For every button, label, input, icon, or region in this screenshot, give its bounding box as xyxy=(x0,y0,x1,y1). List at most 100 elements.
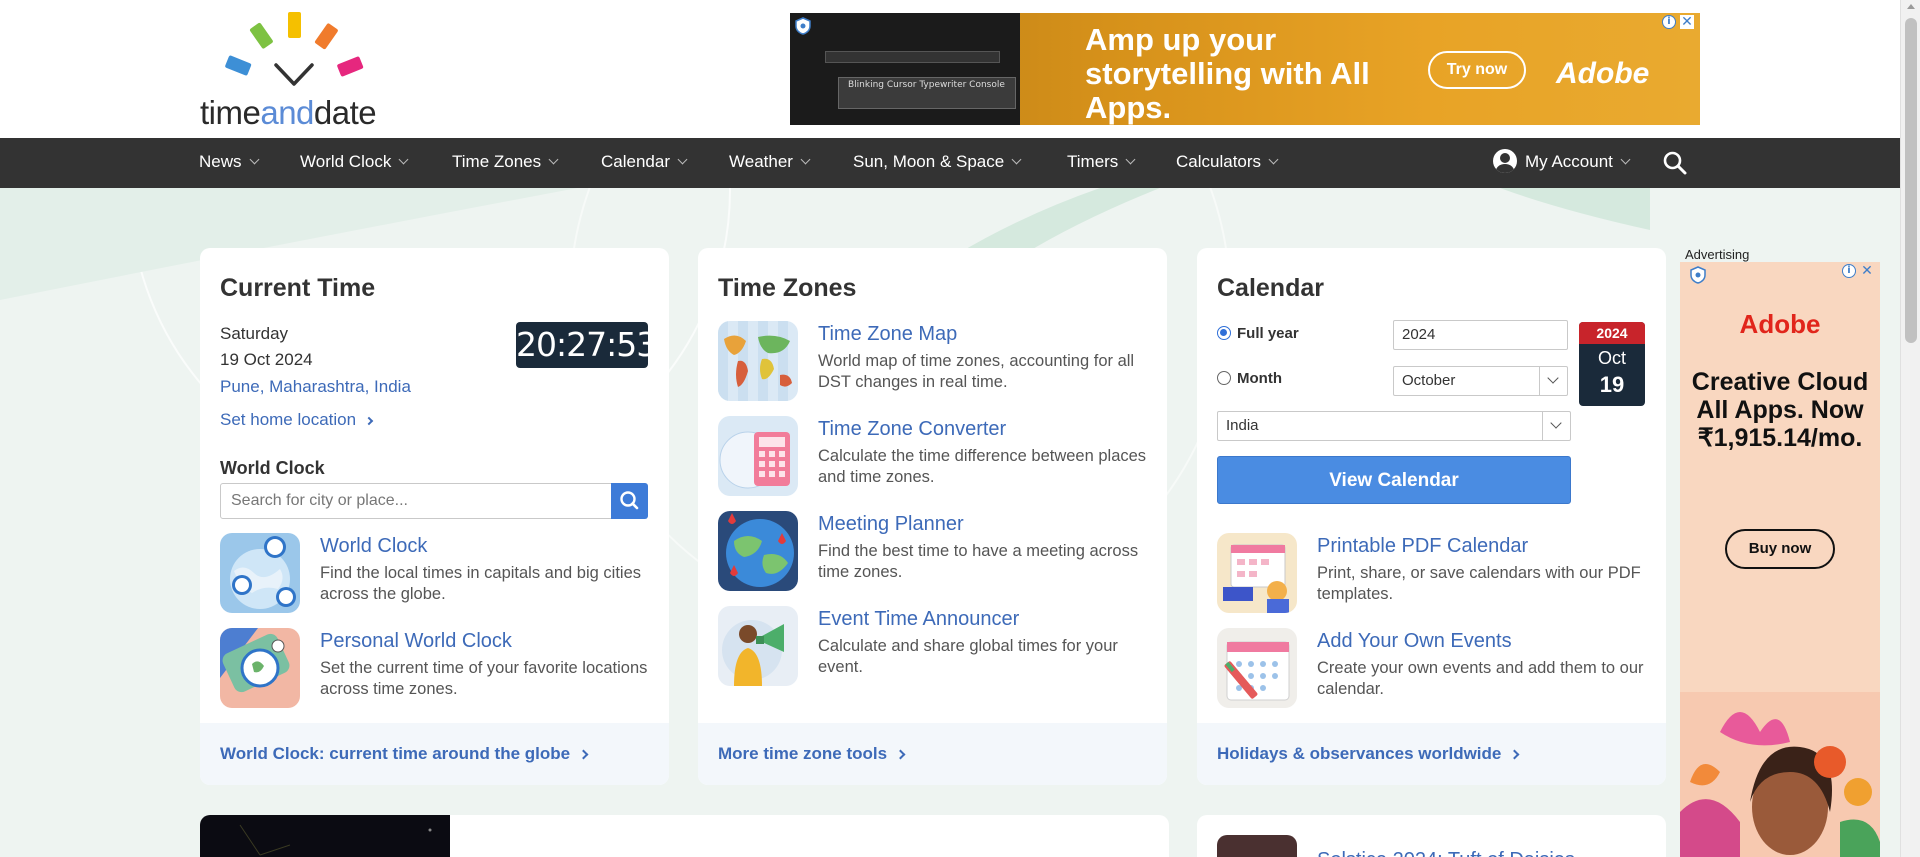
current-day: Saturday xyxy=(220,324,289,343)
search-icon[interactable] xyxy=(1662,150,1688,176)
event-time-announcer-thumbnail xyxy=(718,606,798,686)
calendar-icon-day: 19 xyxy=(1599,372,1625,397)
card-title: Current Time xyxy=(220,274,376,302)
tool-description: Calculate the time difference between pl… xyxy=(818,447,1147,486)
chevron-right-icon xyxy=(578,749,589,760)
nav-calculators[interactable]: Calculators xyxy=(1176,138,1279,188)
tool-description: Find the best time to have a meeting acr… xyxy=(818,542,1139,581)
scrollbar-thumb[interactable] xyxy=(1905,18,1917,343)
nav-timers[interactable]: Timers xyxy=(1067,138,1136,188)
featured-article-image xyxy=(200,815,450,857)
current-location-link[interactable]: Pune, Maharashtra, India xyxy=(220,377,411,397)
tool-title[interactable]: Time Zone Converter xyxy=(818,418,1006,441)
news-article-thumbnail xyxy=(1217,835,1297,857)
tool-event-time-announcer[interactable]: Event Time Announcer Calculate and share… xyxy=(718,606,1148,688)
ad-screenshot-image: Blinking Cursor Typewriter Console xyxy=(790,13,1020,125)
full-year-radio[interactable] xyxy=(1217,326,1231,340)
tool-title[interactable]: World Clock xyxy=(320,535,427,558)
ad-try-now-button[interactable]: Try now xyxy=(1428,51,1526,89)
sidebar-ad[interactable]: i ✕ Adobe Creative Cloud All Apps. Now ₹… xyxy=(1680,262,1880,857)
chevron-down-icon xyxy=(1620,154,1631,165)
tool-title[interactable]: Printable PDF Calendar xyxy=(1317,535,1528,558)
city-search-input[interactable] xyxy=(220,483,612,519)
year-input[interactable]: 2024 xyxy=(1393,320,1568,350)
tool-personal-world-clock[interactable]: Personal World Clock Set the current tim… xyxy=(220,628,650,710)
chevron-down-icon xyxy=(1268,154,1279,165)
chevron-down-icon xyxy=(1011,154,1022,165)
tool-title[interactable]: Time Zone Map xyxy=(818,323,957,346)
country-select[interactable]: India xyxy=(1217,411,1571,441)
tool-title[interactable]: Event Time Announcer xyxy=(818,608,1019,631)
ad-info-icon[interactable]: i xyxy=(1662,15,1676,29)
tool-description: Calculate and share global times for you… xyxy=(818,637,1118,676)
account-icon xyxy=(1493,149,1517,173)
nav-sun-moon-space[interactable]: Sun, Moon & Space xyxy=(853,138,1022,188)
month-radio[interactable] xyxy=(1217,371,1231,385)
chevron-down-icon xyxy=(1539,367,1567,395)
ad-info-icon[interactable]: i xyxy=(1842,264,1856,278)
holidays-footer-link[interactable]: Holidays & observances worldwide xyxy=(1217,723,1520,785)
ad-buy-now-button[interactable]: Buy now xyxy=(1725,529,1835,569)
chevron-right-icon xyxy=(364,416,374,426)
tool-printable-pdf-calendar[interactable]: Printable PDF Calendar Print, share, or … xyxy=(1217,533,1647,615)
advertising-label: Advertising xyxy=(1685,247,1750,262)
printable-pdf-calendar-thumbnail xyxy=(1217,533,1297,613)
tool-time-zone-converter[interactable]: Time Zone Converter Calculate the time d… xyxy=(718,416,1148,498)
time-zone-map-thumbnail xyxy=(718,321,798,401)
page-scrollbar[interactable] xyxy=(1900,0,1920,857)
world-clock-thumbnail xyxy=(220,533,300,613)
city-search-button[interactable] xyxy=(611,483,648,519)
tool-description: Find the local times in capitals and big… xyxy=(320,564,641,603)
chevron-down-icon xyxy=(1542,412,1570,440)
nav-world-clock[interactable]: World Clock xyxy=(300,138,409,188)
full-year-label[interactable]: Full year xyxy=(1237,325,1299,342)
current-time-card: Current Time Saturday 19 Oct 2024 Pune, … xyxy=(200,248,669,785)
world-clock-footer-link[interactable]: World Clock: current time around the glo… xyxy=(220,723,589,785)
chevron-down-icon xyxy=(548,154,559,165)
tool-add-your-own-events[interactable]: Add Your Own Events Create your own even… xyxy=(1217,628,1647,710)
current-date: 19 Oct 2024 xyxy=(220,350,313,369)
card-title: Time Zones xyxy=(718,274,857,302)
ad-close-icon[interactable]: ✕ xyxy=(1680,15,1694,29)
ad-headline: Creative Cloud All Apps. Now ₹1,915.14/m… xyxy=(1691,368,1869,452)
nav-calendar[interactable]: Calendar xyxy=(601,138,688,188)
site-header: timeanddate Blinking Cursor Typewriter C… xyxy=(0,0,1900,138)
ad-brand: Adobe xyxy=(1556,57,1650,90)
chevron-down-icon xyxy=(677,154,688,165)
month-select[interactable]: October xyxy=(1393,366,1568,396)
tool-time-zone-map[interactable]: Time Zone Map World map of time zones, a… xyxy=(718,321,1148,403)
tool-title[interactable]: Personal World Clock xyxy=(320,630,512,653)
top-banner-ad[interactable]: Blinking Cursor Typewriter Console Amp u… xyxy=(790,13,1700,125)
tool-world-clock[interactable]: World Clock Find the local times in capi… xyxy=(220,533,650,615)
search-icon xyxy=(620,491,639,510)
nav-time-zones[interactable]: Time Zones xyxy=(452,138,559,188)
card-title: Calendar xyxy=(1217,274,1324,302)
chevron-right-icon xyxy=(895,749,906,760)
news-article-card[interactable]: Solstice 2024: Tuft of Daisies xyxy=(1197,815,1666,857)
month-label[interactable]: Month xyxy=(1237,370,1282,387)
logo-wordmark: timeanddate xyxy=(200,94,377,131)
tool-title[interactable]: Add Your Own Events xyxy=(1317,630,1512,653)
view-calendar-button[interactable]: View Calendar xyxy=(1217,456,1571,504)
logo-icon xyxy=(225,12,364,86)
set-home-location-link[interactable]: Set home location xyxy=(220,410,374,430)
tool-title[interactable]: Meeting Planner xyxy=(818,513,964,536)
chevron-down-icon xyxy=(1125,154,1136,165)
shield-icon xyxy=(1690,266,1706,284)
nav-weather[interactable]: Weather xyxy=(729,138,811,188)
site-logo[interactable]: timeanddate xyxy=(200,12,400,131)
tool-description: Create your own events and add them to o… xyxy=(1317,659,1644,698)
nav-my-account[interactable]: My Account xyxy=(1493,138,1631,188)
featured-article-card[interactable] xyxy=(200,815,1169,857)
news-article-title[interactable]: Solstice 2024: Tuft of Daisies xyxy=(1317,849,1575,857)
time-zone-tools-footer-link[interactable]: More time zone tools xyxy=(718,723,906,785)
nav-news[interactable]: News xyxy=(199,138,259,188)
tool-description: Print, share, or save calendars with our… xyxy=(1317,564,1641,603)
tool-meeting-planner[interactable]: Meeting Planner Find the best time to ha… xyxy=(718,511,1148,593)
calendar-icon-month: Oct xyxy=(1597,348,1626,368)
scroll-up-icon[interactable] xyxy=(1907,4,1915,9)
chevron-down-icon xyxy=(249,154,259,165)
world-clock-label: World Clock xyxy=(220,458,325,478)
ad-close-icon[interactable]: ✕ xyxy=(1860,264,1874,278)
add-events-thumbnail xyxy=(1217,628,1297,708)
